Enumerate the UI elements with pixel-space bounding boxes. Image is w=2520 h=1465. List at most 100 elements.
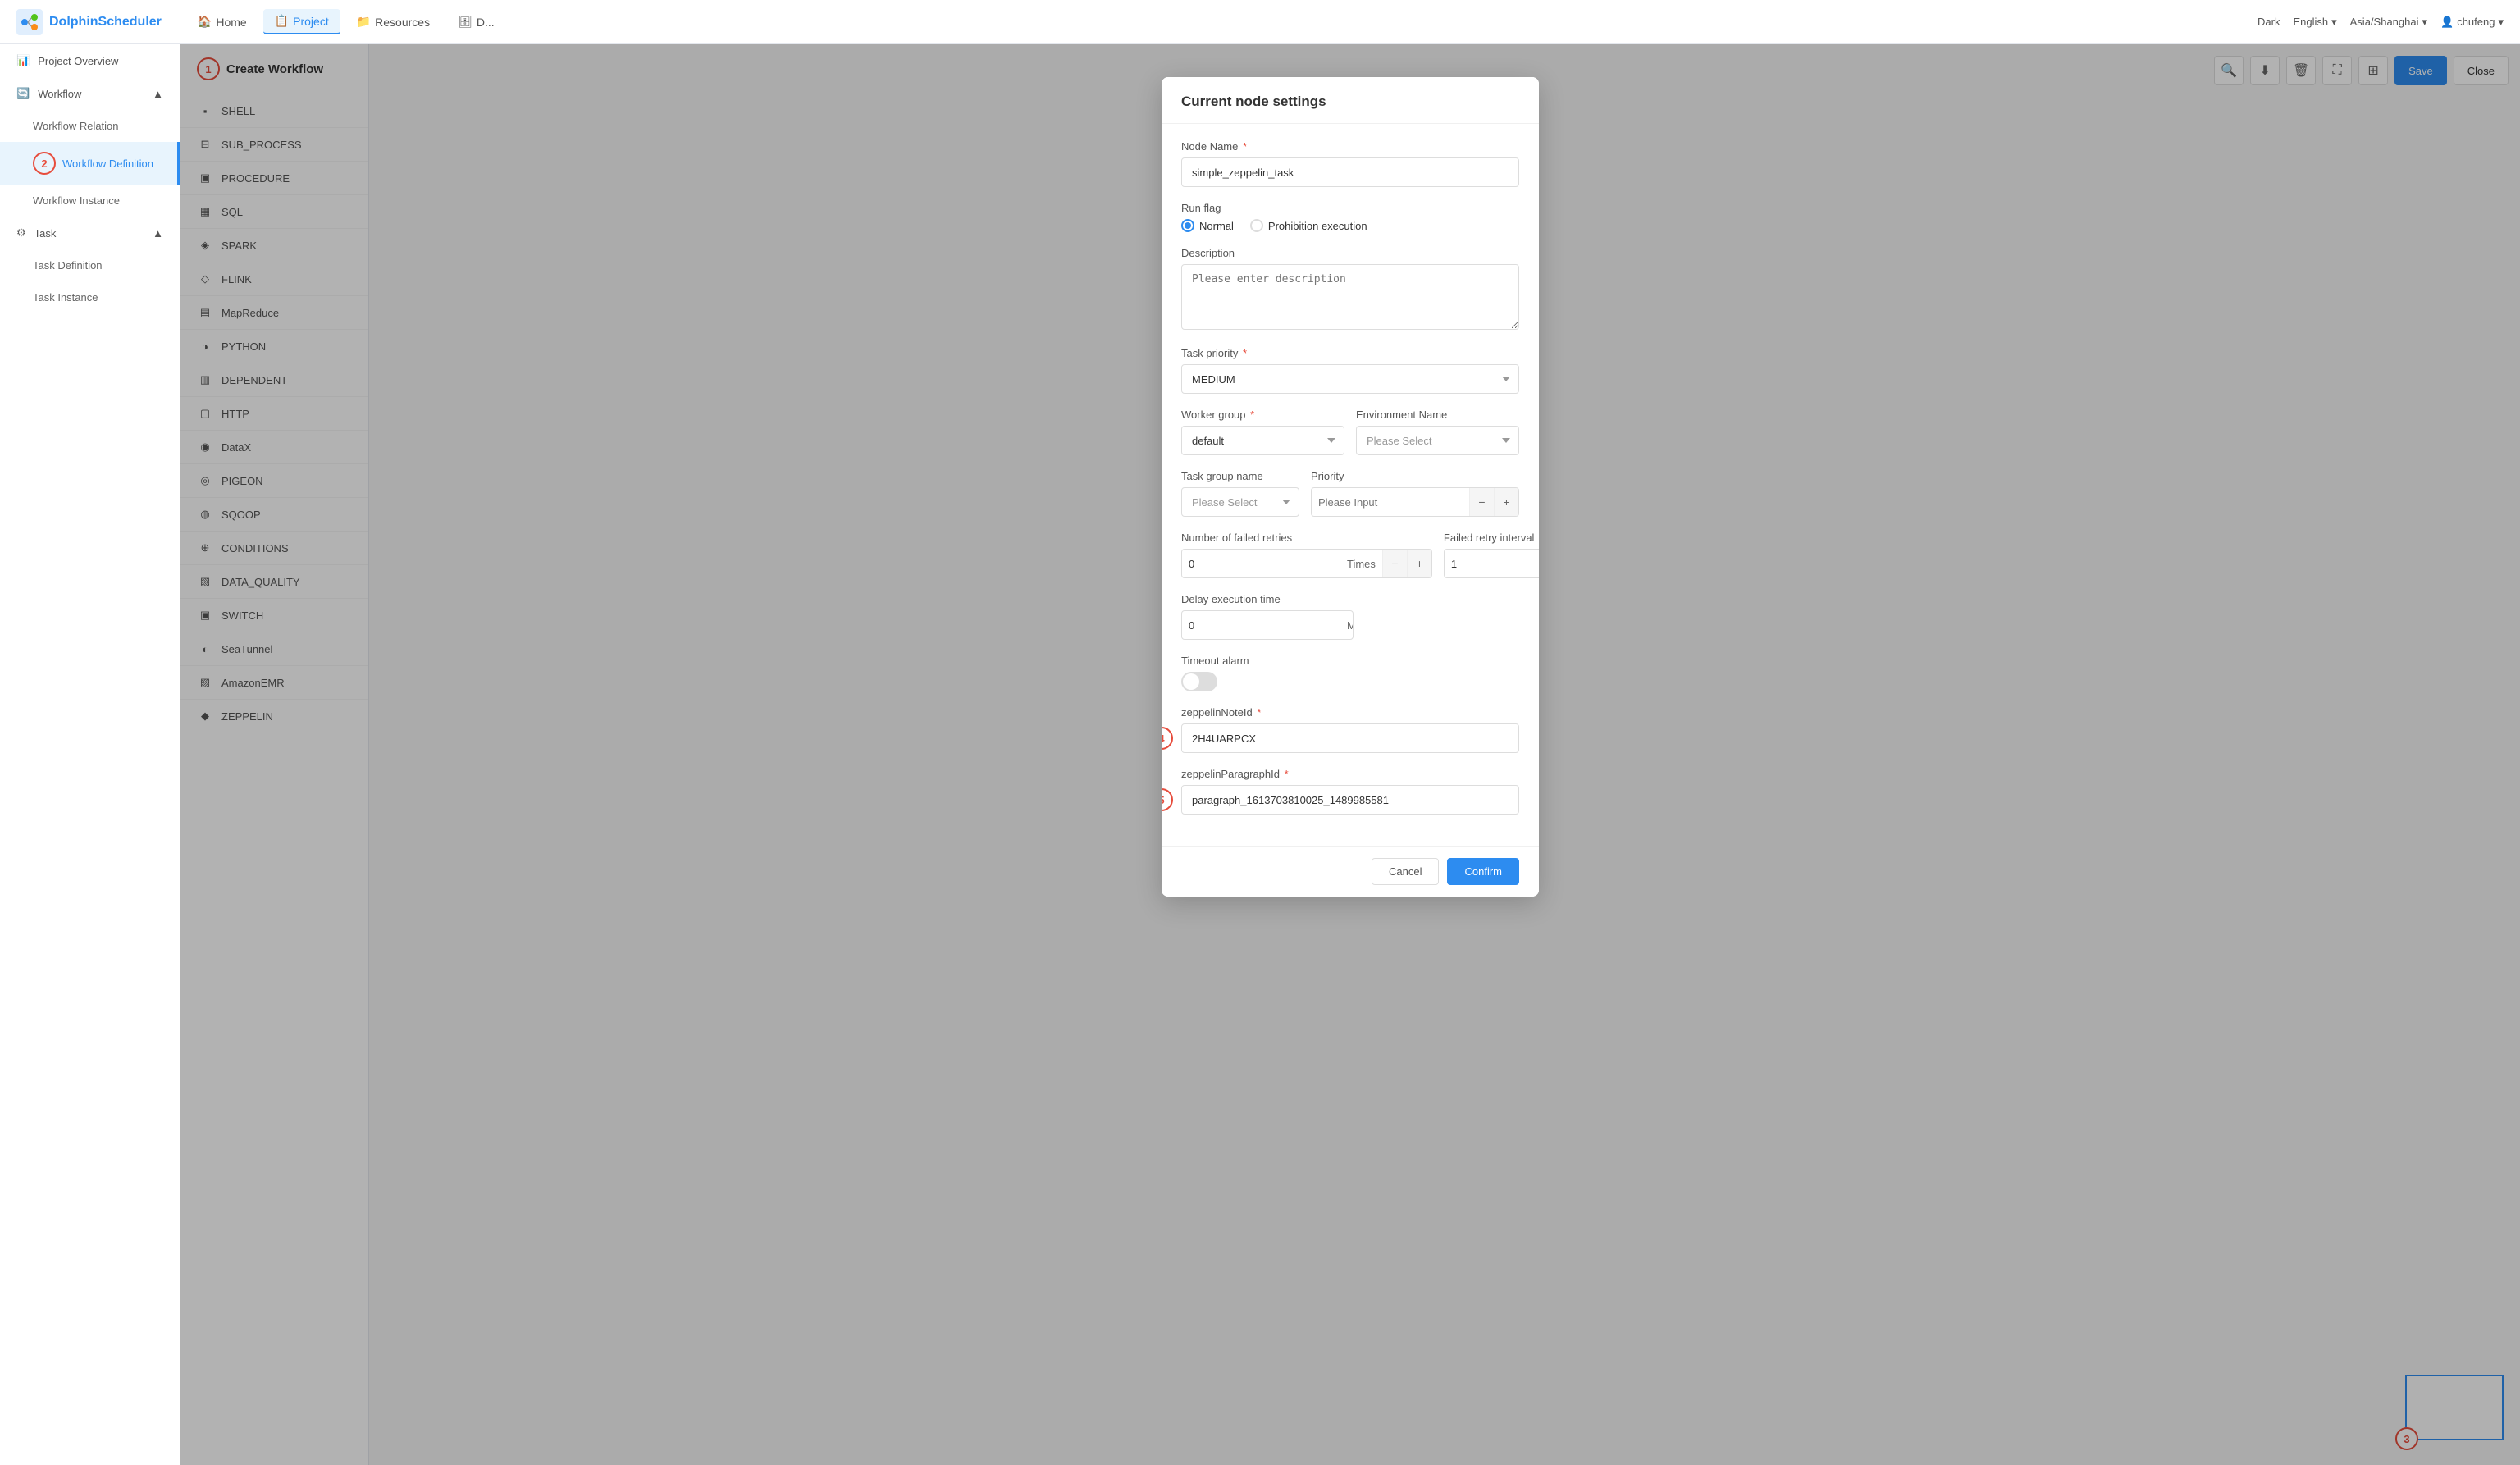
app-brand[interactable]: DolphinScheduler bbox=[16, 9, 162, 35]
run-flag-normal[interactable]: Normal bbox=[1181, 219, 1234, 232]
delay-execution-input[interactable] bbox=[1182, 619, 1340, 632]
main-content: 1 Create Workflow ▪SHELL⊟SUB_PROCESS▣PRO… bbox=[180, 44, 2520, 1465]
priority-group: Priority − + bbox=[1311, 470, 1519, 517]
zeppelin-note-label: zeppelinNoteId * bbox=[1181, 706, 1519, 719]
chevron-up-icon-task: ▲ bbox=[153, 227, 163, 240]
node-name-input[interactable] bbox=[1181, 157, 1519, 187]
node-name-group: Node Name * bbox=[1181, 140, 1519, 187]
retry-row: Number of failed retries Times − + Faile… bbox=[1181, 532, 1519, 593]
taskgroup-priority-row: Task group name Please Select Priority −… bbox=[1181, 470, 1519, 532]
delay-execution-group: Delay execution time Minute − + bbox=[1181, 593, 1519, 640]
radio-prohibition-dot bbox=[1250, 219, 1263, 232]
zeppelin-note-input[interactable] bbox=[1181, 723, 1519, 753]
priority-minus-btn[interactable]: − bbox=[1469, 488, 1494, 516]
zeppelin-note-row: 4 bbox=[1181, 723, 1519, 753]
sidebar-item-task[interactable]: ⚙ Task ▲ bbox=[0, 217, 180, 249]
task-icon: ⚙ bbox=[16, 226, 26, 240]
language-selector[interactable]: English ▾ bbox=[2293, 16, 2336, 29]
modal-overlay: Current node settings Node Name * Run fl… bbox=[180, 44, 2520, 1465]
nav-home[interactable]: 🏠 Home bbox=[186, 10, 258, 34]
delay-execution-wrap: Minute − + bbox=[1181, 610, 1354, 640]
task-group-name-label: Task group name bbox=[1181, 470, 1299, 482]
description-label: Description bbox=[1181, 247, 1519, 259]
sidebar-item-workflow-definition[interactable]: 2 Workflow Definition bbox=[0, 142, 180, 185]
workflow-icon: 🔄 bbox=[16, 87, 30, 100]
circle-badge-4: 4 bbox=[1162, 727, 1173, 750]
zeppelin-paragraph-input[interactable] bbox=[1181, 785, 1519, 815]
brand-name: DolphinScheduler bbox=[49, 15, 162, 30]
circle-badge-5: 5 bbox=[1162, 788, 1173, 811]
user-menu[interactable]: 👤 chufeng ▾ bbox=[2440, 16, 2504, 29]
environment-name-select[interactable]: Please Select bbox=[1356, 426, 1519, 455]
failed-retries-unit: Times bbox=[1340, 558, 1382, 570]
failed-retries-wrap: Times − + bbox=[1181, 549, 1432, 578]
node-name-label: Node Name * bbox=[1181, 140, 1519, 153]
zeppelin-note-group: zeppelinNoteId * 4 bbox=[1181, 706, 1519, 753]
environment-name-group: Environment Name Please Select bbox=[1356, 408, 1519, 455]
nav-resources[interactable]: 📁 Resources bbox=[345, 10, 441, 34]
overview-icon: 📊 bbox=[16, 54, 30, 67]
sidebar-item-workflow-instance[interactable]: Workflow Instance bbox=[0, 185, 180, 217]
sidebar-item-workflow-relation[interactable]: Workflow Relation bbox=[0, 110, 180, 142]
priority-label: Priority bbox=[1311, 470, 1519, 482]
zeppelin-paragraph-row: 5 bbox=[1181, 785, 1519, 815]
task-priority-label: Task priority * bbox=[1181, 347, 1519, 359]
nav-project[interactable]: 📋 Project bbox=[263, 9, 340, 34]
task-group-name-select[interactable]: Please Select bbox=[1181, 487, 1299, 517]
priority-plus-btn[interactable]: + bbox=[1494, 488, 1518, 516]
sidebar-item-task-instance[interactable]: Task Instance bbox=[0, 281, 180, 313]
navbar-right: Dark English ▾ Asia/Shanghai ▾ 👤 chufeng… bbox=[2258, 16, 2504, 29]
chevron-down-icon-tz: ▾ bbox=[2422, 16, 2427, 29]
task-group-name-group: Task group name Please Select bbox=[1181, 470, 1299, 517]
retry-interval-wrap: Minute − + bbox=[1444, 549, 1539, 578]
timezone-selector[interactable]: Asia/Shanghai ▾ bbox=[2350, 16, 2427, 29]
run-flag-label: Run flag bbox=[1181, 202, 1519, 214]
failed-retries-label: Number of failed retries bbox=[1181, 532, 1432, 544]
sidebar-item-workflow[interactable]: 🔄 Workflow ▲ bbox=[0, 77, 180, 110]
zeppelin-paragraph-group: zeppelinParagraphId * 5 bbox=[1181, 768, 1519, 815]
worker-group-select[interactable]: default bbox=[1181, 426, 1344, 455]
failed-retries-minus-btn[interactable]: − bbox=[1382, 550, 1407, 577]
failed-retries-input[interactable] bbox=[1182, 558, 1340, 570]
task-priority-select[interactable]: MEDIUM HIGHEST HIGH LOW LOWEST bbox=[1181, 364, 1519, 394]
node-settings-modal: Current node settings Node Name * Run fl… bbox=[1162, 77, 1539, 897]
main-layout: 📊 Project Overview 🔄 Workflow ▲ Workflow… bbox=[0, 44, 2520, 1465]
priority-input[interactable] bbox=[1312, 496, 1469, 509]
worker-group-label: Worker group * bbox=[1181, 408, 1344, 421]
retry-interval-input[interactable] bbox=[1445, 558, 1539, 570]
modal-footer: Cancel Confirm bbox=[1162, 846, 1539, 897]
timeout-alarm-toggle[interactable] bbox=[1181, 672, 1217, 691]
chevron-down-icon: ▾ bbox=[2331, 16, 2337, 29]
delay-execution-label: Delay execution time bbox=[1181, 593, 1519, 605]
description-group: Description bbox=[1181, 247, 1519, 332]
run-flag-prohibition[interactable]: Prohibition execution bbox=[1250, 219, 1367, 232]
modal-title: Current node settings bbox=[1181, 94, 1326, 109]
resources-icon: 📁 bbox=[357, 15, 371, 29]
cancel-button[interactable]: Cancel bbox=[1372, 858, 1439, 885]
retry-interval-label: Failed retry interval bbox=[1444, 532, 1539, 544]
chevron-up-icon: ▲ bbox=[153, 88, 163, 100]
task-priority-group: Task priority * MEDIUM HIGHEST HIGH LOW … bbox=[1181, 347, 1519, 394]
timeout-alarm-label: Timeout alarm bbox=[1181, 655, 1519, 667]
navbar: DolphinScheduler 🏠 Home 📋 Project 📁 Reso… bbox=[0, 0, 2520, 44]
sidebar: 📊 Project Overview 🔄 Workflow ▲ Workflow… bbox=[0, 44, 180, 1465]
modal-body: Node Name * Run flag Normal bbox=[1162, 124, 1539, 846]
theme-toggle[interactable]: Dark bbox=[2258, 16, 2280, 28]
datasource-icon: 🗄 bbox=[458, 15, 472, 29]
failed-retries-plus-btn[interactable]: + bbox=[1407, 550, 1431, 577]
worker-env-row: Worker group * default Environment Name … bbox=[1181, 408, 1519, 470]
sidebar-item-project-overview[interactable]: 📊 Project Overview bbox=[0, 44, 180, 77]
radio-normal-dot bbox=[1181, 219, 1194, 232]
zeppelin-paragraph-label: zeppelinParagraphId * bbox=[1181, 768, 1519, 780]
main-nav: 🏠 Home 📋 Project 📁 Resources 🗄 D... bbox=[186, 9, 506, 34]
chevron-down-icon-user: ▾ bbox=[2498, 16, 2504, 29]
project-icon: 📋 bbox=[275, 14, 289, 28]
timeout-alarm-toggle-wrap bbox=[1181, 672, 1519, 691]
description-textarea[interactable] bbox=[1181, 264, 1519, 330]
confirm-button[interactable]: Confirm bbox=[1447, 858, 1519, 885]
modal-header: Current node settings bbox=[1162, 77, 1539, 124]
sidebar-item-task-definition[interactable]: Task Definition bbox=[0, 249, 180, 281]
circle-badge-2: 2 bbox=[33, 152, 56, 175]
nav-datasource[interactable]: 🗄 D... bbox=[446, 10, 506, 34]
run-flag-radio-group: Normal Prohibition execution bbox=[1181, 219, 1519, 232]
